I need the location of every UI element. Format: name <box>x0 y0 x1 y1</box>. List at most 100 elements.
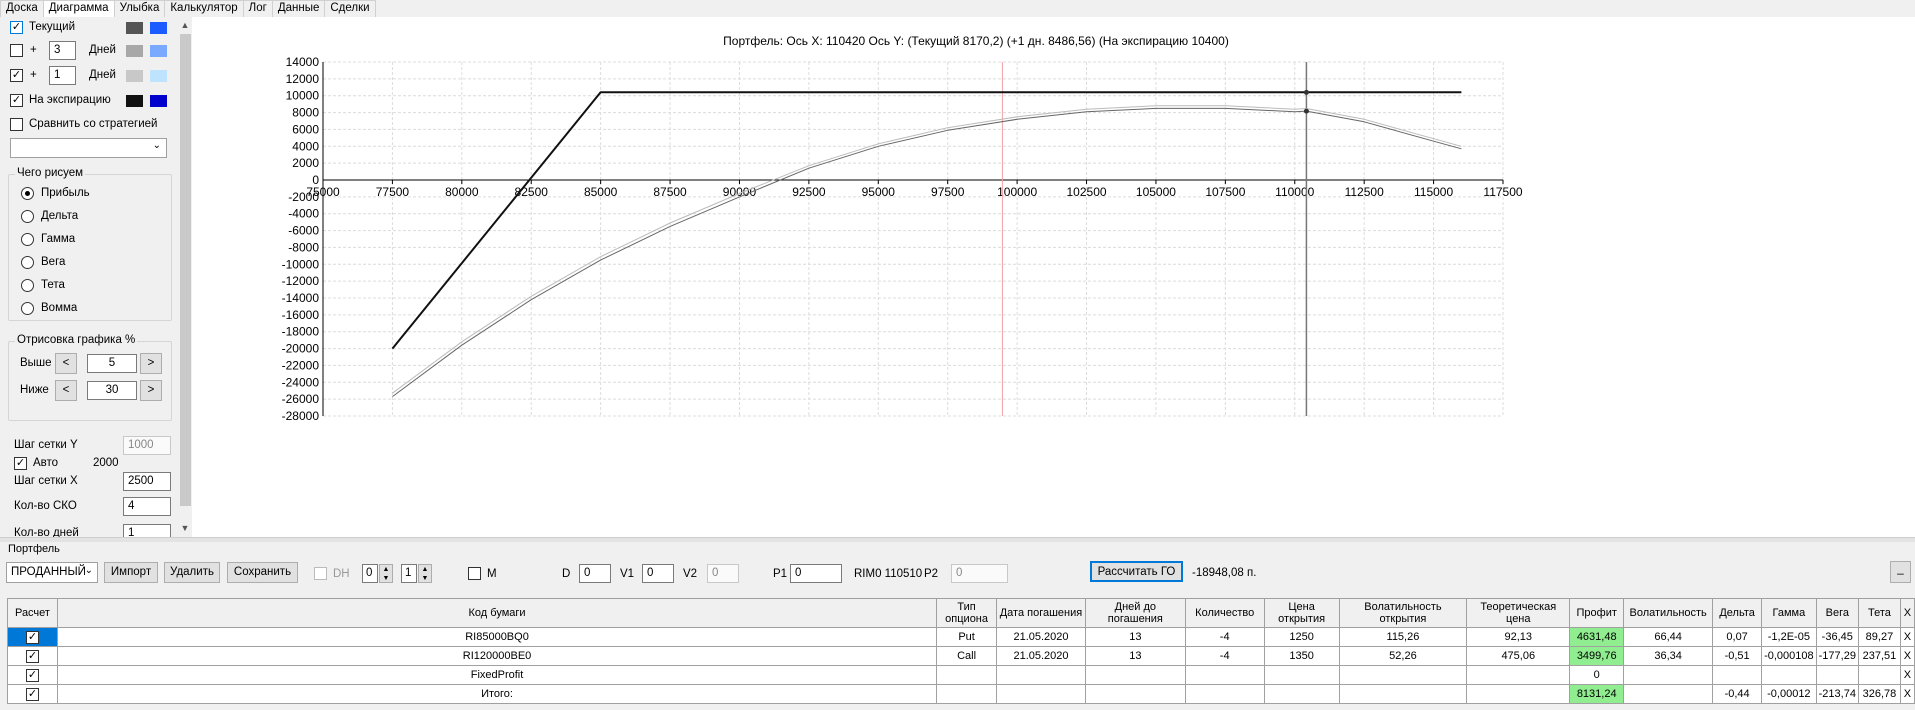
theo-cell[interactable]: 92,13 <box>1466 627 1571 647</box>
col-calc[interactable]: Расчет <box>7 598 58 628</box>
table-row[interactable]: RI120000BE0 Call 21.05.2020 13 -4 1350 5… <box>7 646 1915 666</box>
spin1-arrows-icon[interactable]: ▲ ▼ <box>379 564 393 583</box>
save-button[interactable]: Сохранить <box>227 562 298 583</box>
code-cell[interactable]: RI120000BE0 <box>56 646 938 666</box>
theta-cell[interactable]: 326,78 <box>1857 684 1901 704</box>
vega-cell[interactable] <box>1815 665 1859 685</box>
delta-cell[interactable]: -0,51 <box>1712 646 1763 666</box>
expiry-color-b[interactable] <box>150 95 167 107</box>
payoff-chart[interactable]: Портфель: Ось X: 110420 Ось Y: (Текущий … <box>192 17 1915 537</box>
col-type[interactable]: Тип опциона <box>936 598 998 628</box>
profit-cell[interactable]: 0 <box>1569 665 1625 685</box>
strategy-combo[interactable]: ⌄ <box>10 138 167 158</box>
minimize-button[interactable]: _ <box>1890 561 1911 583</box>
code-cell[interactable]: RI85000BQ0 <box>56 627 938 647</box>
days2-color-a[interactable] <box>126 70 143 82</box>
price-cell[interactable]: 1350 <box>1263 646 1340 666</box>
m-checkbox[interactable] <box>468 567 481 580</box>
days-cell[interactable]: 13 <box>1084 646 1186 666</box>
col-vega[interactable]: Вега <box>1815 598 1859 628</box>
qty-cell[interactable]: -4 <box>1184 646 1265 666</box>
below-prev-button[interactable]: < <box>55 380 77 401</box>
v1-input[interactable]: 0 <box>642 564 674 583</box>
v2-input[interactable]: 0 <box>707 564 739 583</box>
delta-cell[interactable]: 0,07 <box>1712 627 1763 647</box>
col-delta[interactable]: Дельта <box>1712 598 1763 628</box>
vol-open-cell[interactable] <box>1338 684 1468 704</box>
theta-cell[interactable]: 237,51 <box>1857 646 1901 666</box>
left-panel-scrollbar[interactable]: ▲ ▼ <box>178 18 192 535</box>
date-cell[interactable]: 21.05.2020 <box>996 627 1086 647</box>
tab-calculator[interactable]: Калькулятор <box>164 0 244 17</box>
radio-theta[interactable] <box>21 279 34 292</box>
table-row[interactable]: FixedProfit 0 X <box>7 665 1915 685</box>
days-cell[interactable] <box>1084 684 1186 704</box>
vol-open-cell[interactable]: 52,26 <box>1338 646 1468 666</box>
p1-input[interactable]: 0 <box>790 564 842 583</box>
current-color-a[interactable] <box>126 22 143 34</box>
tab-smile[interactable]: Улыбка <box>113 0 166 17</box>
days1-checkbox[interactable] <box>10 44 23 57</box>
tab-data[interactable]: Данные <box>271 0 326 17</box>
scroll-thumb[interactable] <box>180 34 191 506</box>
expiry-checkbox[interactable] <box>10 94 23 107</box>
row-calc-cell[interactable] <box>7 665 58 685</box>
days-cell[interactable] <box>1084 665 1186 685</box>
compare-checkbox[interactable] <box>10 118 23 131</box>
ndays-input[interactable]: 1 <box>123 524 171 537</box>
current-checkbox[interactable] <box>10 21 23 34</box>
current-color-b[interactable] <box>150 22 167 34</box>
scroll-up-icon[interactable]: ▲ <box>178 18 192 32</box>
price-cell[interactable]: 1250 <box>1263 627 1340 647</box>
row-calc-checkbox[interactable] <box>25 630 39 644</box>
calc-go-button[interactable]: Рассчитать ГО <box>1090 561 1183 582</box>
gamma-cell[interactable] <box>1761 665 1817 685</box>
delete-row-button[interactable]: X <box>1899 684 1915 704</box>
days2-input[interactable]: 1 <box>49 66 76 85</box>
below-input[interactable]: 30 <box>87 381 137 400</box>
radio-gamma[interactable] <box>21 233 34 246</box>
tab-trades[interactable]: Сделки <box>324 0 376 17</box>
type-cell[interactable] <box>936 684 998 704</box>
col-theta[interactable]: Тета <box>1857 598 1901 628</box>
row-calc-checkbox[interactable] <box>25 687 39 701</box>
above-next-button[interactable]: > <box>140 353 162 374</box>
date-cell[interactable] <box>996 684 1086 704</box>
price-cell[interactable] <box>1263 684 1340 704</box>
spin1-input[interactable]: 0 <box>362 564 378 583</box>
scroll-down-icon[interactable]: ▼ <box>178 521 192 535</box>
days1-color-b[interactable] <box>150 45 167 57</box>
vol-open-cell[interactable] <box>1338 665 1468 685</box>
qty-cell[interactable] <box>1184 684 1265 704</box>
vega-cell[interactable]: -36,45 <box>1815 627 1859 647</box>
theta-cell[interactable] <box>1857 665 1901 685</box>
days-cell[interactable]: 13 <box>1084 627 1186 647</box>
table-row[interactable]: RI85000BQ0 Put 21.05.2020 13 -4 1250 115… <box>7 627 1915 647</box>
import-button[interactable]: Импорт <box>104 562 158 583</box>
radio-vega[interactable] <box>21 256 34 269</box>
code-cell[interactable]: Итого: <box>56 684 938 704</box>
d-input[interactable]: 0 <box>579 564 611 583</box>
qty-cell[interactable]: -4 <box>1184 627 1265 647</box>
col-gamma[interactable]: Гамма <box>1761 598 1817 628</box>
col-vol-open[interactable]: Волатильность открытия <box>1338 598 1468 628</box>
type-cell[interactable]: Put <box>936 627 998 647</box>
col-profit[interactable]: Профит <box>1569 598 1625 628</box>
theo-cell[interactable] <box>1466 665 1571 685</box>
vega-cell[interactable]: -213,74 <box>1815 684 1859 704</box>
delete-button[interactable]: Удалить <box>164 562 220 583</box>
radio-profit[interactable] <box>21 187 34 200</box>
row-calc-checkbox[interactable] <box>25 668 39 682</box>
theo-cell[interactable]: 475,06 <box>1466 646 1571 666</box>
days1-color-a[interactable] <box>126 45 143 57</box>
row-calc-cell[interactable] <box>7 646 58 666</box>
vol-cell[interactable] <box>1623 665 1714 685</box>
gamma-cell[interactable]: -0,00012 <box>1761 684 1817 704</box>
tab-board[interactable]: Доска <box>0 0 44 17</box>
type-cell[interactable] <box>936 665 998 685</box>
dh-checkbox[interactable] <box>314 567 327 580</box>
profit-cell[interactable]: 4631,48 <box>1569 627 1625 647</box>
radio-delta[interactable] <box>21 210 34 223</box>
theta-cell[interactable]: 89,27 <box>1857 627 1901 647</box>
p2-input[interactable]: 0 <box>951 564 1008 583</box>
